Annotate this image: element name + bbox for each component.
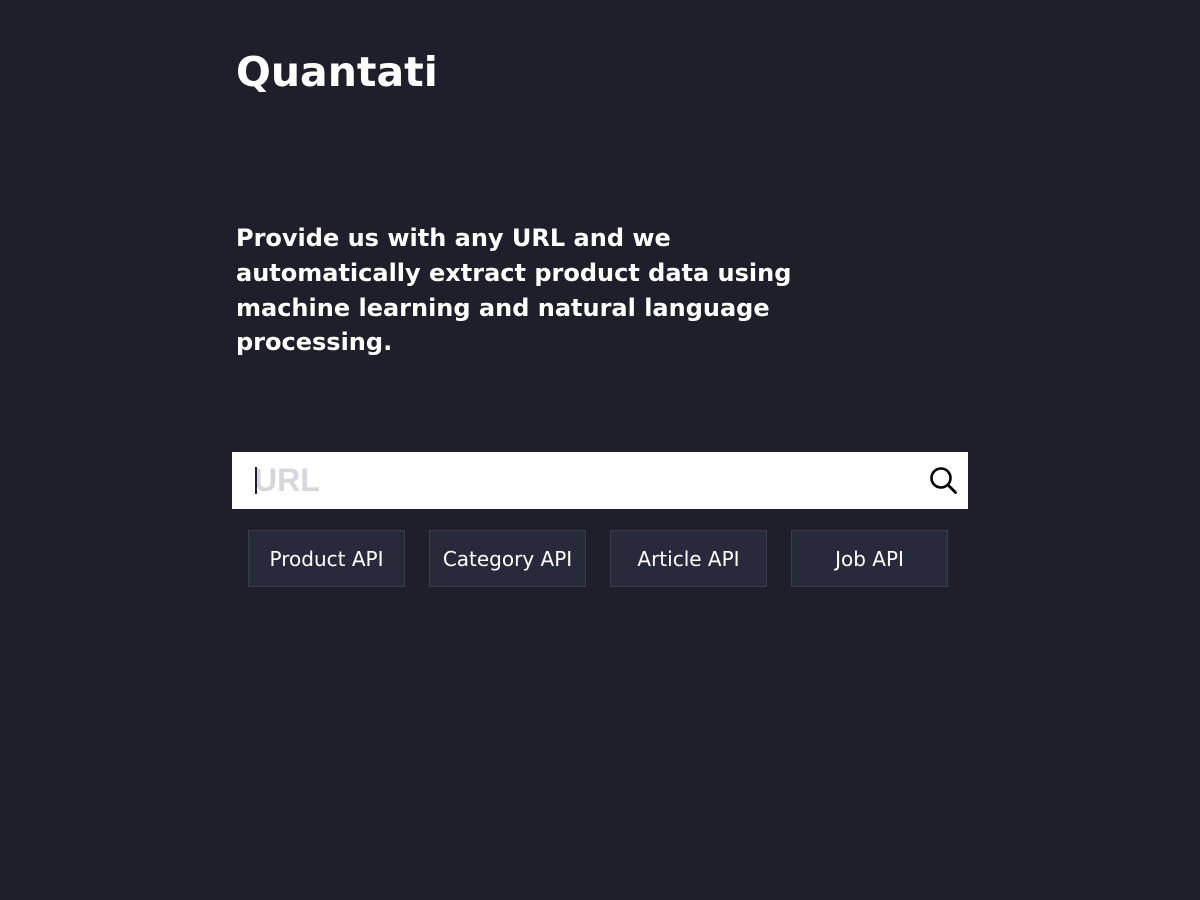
url-search-bar: [232, 452, 968, 509]
product-api-button[interactable]: Product API: [248, 530, 405, 587]
category-api-button[interactable]: Category API: [429, 530, 586, 587]
job-api-button[interactable]: Job API: [791, 530, 948, 587]
brand-logo: Quantati: [236, 48, 438, 96]
search-icon: [926, 463, 962, 499]
hero-description: Provide us with any URL and we automatic…: [236, 224, 792, 357]
text-caret: [255, 467, 257, 494]
search-button[interactable]: [926, 463, 962, 499]
url-input[interactable]: [232, 452, 912, 509]
api-button-group: Product API Category API Article API Job…: [248, 530, 948, 587]
article-api-button[interactable]: Article API: [610, 530, 767, 587]
